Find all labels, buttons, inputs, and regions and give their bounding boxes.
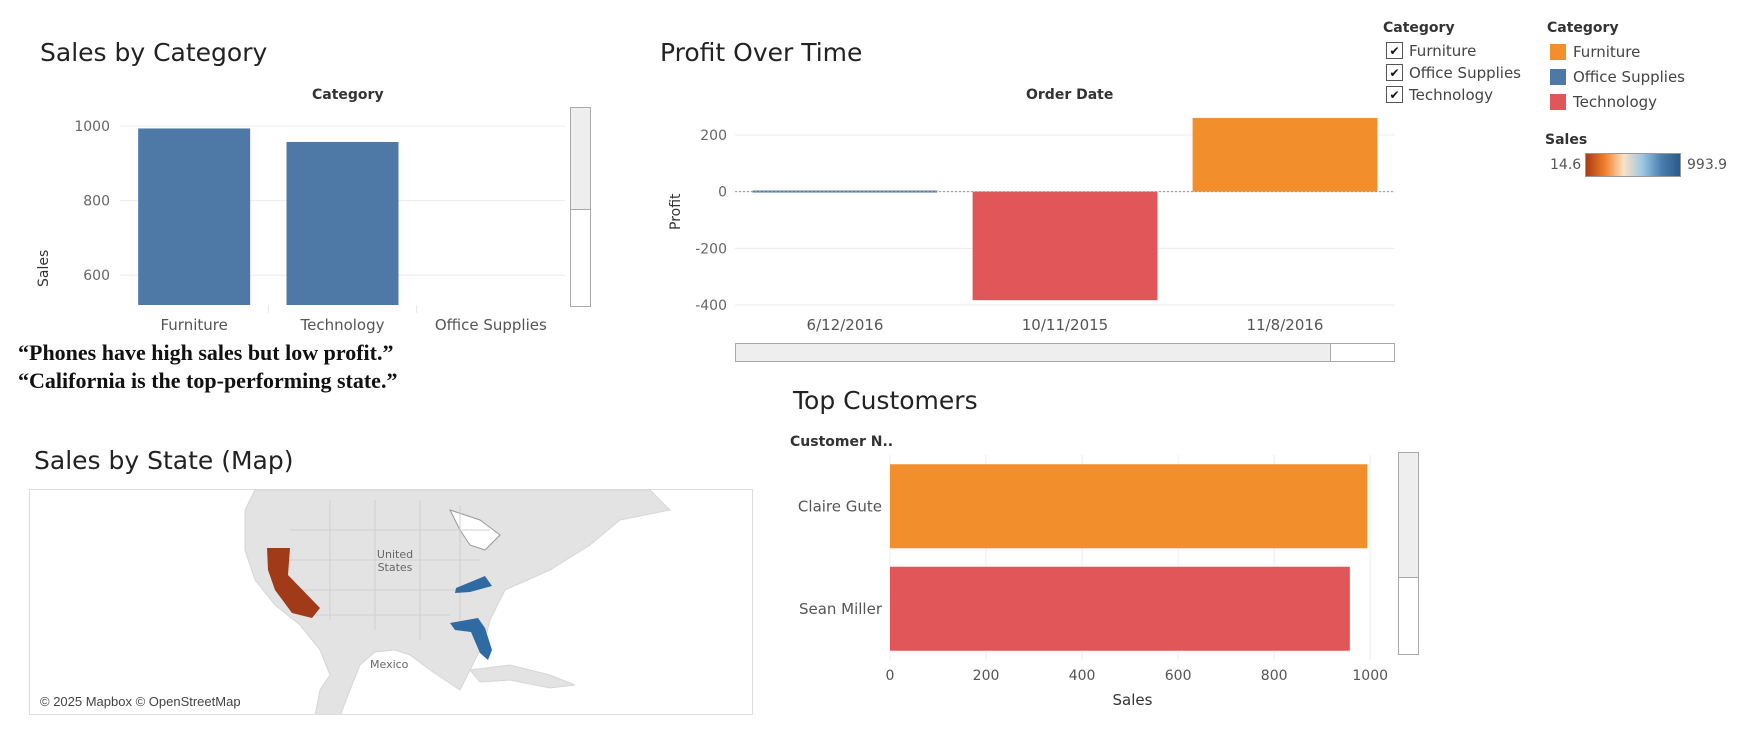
sales-legend-min: 14.6 [1550,157,1582,173]
bar-sean-miller [890,566,1350,651]
filter-item-label: Furniture [1409,42,1477,60]
scrollbar-thumb[interactable] [571,108,590,210]
x-tick-label: Office Supplies [435,316,547,334]
map-label-mexico: Mexico [370,658,409,671]
sales-color-legend-title: Sales [1545,132,1588,148]
annotation-quote-2: “California is the top-performing state.… [18,368,398,393]
checkbox-icon[interactable]: ✔ [1386,64,1403,81]
scrollbar-thumb[interactable] [1399,453,1418,578]
y-tick-label: 0 [718,185,727,201]
y-tick-label: 800 [83,194,110,210]
x-tick-label: 0 [886,668,895,684]
y-tick-label: 200 [700,128,727,144]
bar-furniture [138,128,251,305]
legend-label-office-supplies: Office Supplies [1573,68,1686,86]
bar-claire-gute [890,464,1368,549]
furniture-swatch [1550,44,1566,60]
office-supplies-swatch [1550,69,1566,85]
scrollbar-thumb[interactable] [736,344,1331,361]
top-customers-scrollbar[interactable] [1398,452,1419,655]
x-tick-label: 10/11/2015 [1022,316,1108,334]
category-color-legend-title: Category [1547,20,1619,36]
sales-by-category-scrollbar[interactable] [570,107,591,307]
map-label-united-states: United States [376,548,414,574]
top-customers-title: Top Customers [793,386,978,415]
profit-over-time-scrollbar[interactable] [735,343,1395,362]
technology-swatch [1550,94,1566,110]
x-tick-label: Furniture [160,316,227,334]
x-tick-label: Technology [299,316,384,334]
sales-by-category-chart: 600 800 1000 Furniture Technology Office Supp… [74,119,565,334]
profit-over-time-chart: 200 0 -200 -400 6/12/2016 10/11/2015 11/8/2016 [695,118,1395,334]
sales-color-ramp [1585,153,1681,177]
x-tick-label: 6/12/2016 [807,316,884,334]
x-tick-label: 800 [1261,668,1288,684]
bar-technology [286,141,399,305]
filter-item-label: Office Supplies [1409,64,1522,82]
x-tick-label: 1000 [1352,668,1388,684]
legend-label-furniture: Furniture [1573,43,1641,61]
y-tick-label: -400 [695,298,727,314]
checkbox-icon[interactable]: ✔ [1386,86,1403,103]
x-tick-label: 600 [1165,668,1192,684]
sales-by-state-title: Sales by State (Map) [34,446,294,475]
profit-over-time-title: Profit Over Time [660,38,863,67]
x-tick-label: 200 [973,668,1000,684]
legend-label-technology: Technology [1573,93,1658,111]
y-tick-label: -200 [695,241,727,257]
x-tick-label: 11/8/2016 [1247,316,1324,334]
top-customers-chart: 0 200 400 600 800 1000 Claire Gute Sean Miller S… [798,455,1388,709]
sales-legend-max: 993.9 [1687,157,1728,173]
map-attribution[interactable]: © 2025 Mapbox © OpenStreetMap [37,694,244,709]
x-axis-title: Sales [1113,691,1153,709]
customer-name-header: Customer N.. [790,434,894,450]
map-canvas [30,490,752,714]
y-tick-label: Sean Miller [799,600,883,618]
bar-technology [972,191,1158,301]
y-tick-label: Claire Gute [798,497,882,515]
checkbox-icon[interactable]: ✔ [1386,42,1403,59]
bar-furniture [1192,118,1378,192]
sales-by-state-map[interactable]: United States Mexico © 2025 Mapbox © Ope… [29,489,753,715]
filter-item-label: Technology [1409,86,1494,104]
x-tick-label: 400 [1069,668,1096,684]
y-tick-label: 1000 [74,119,110,135]
annotation-quote-1: “Phones have high sales but low profit.” [18,340,394,365]
category-filter-title: Category [1383,20,1455,36]
y-tick-label: 600 [83,268,110,284]
